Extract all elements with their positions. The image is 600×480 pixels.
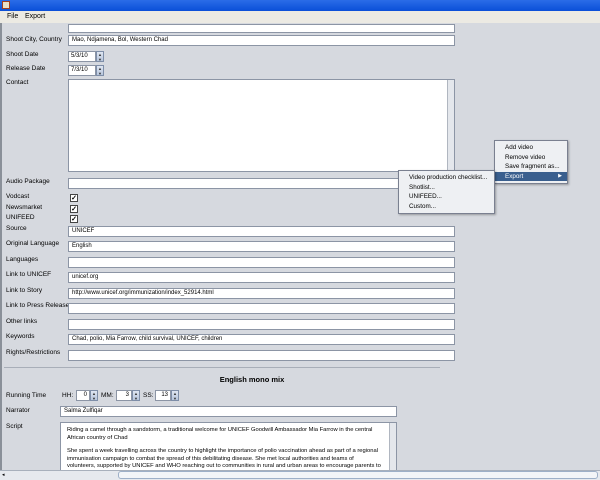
- shoot-date-spinner[interactable]: ▲ ▼: [96, 51, 104, 62]
- release-date-label: Release Date: [6, 65, 46, 72]
- script-paragraph: She spent a week travelling across the c…: [67, 448, 381, 471]
- menu-item-shotlist[interactable]: Shotlist...: [399, 183, 494, 193]
- menu-item-save-fragment[interactable]: Save fragment as...: [495, 162, 567, 172]
- ss-input[interactable]: 13: [155, 390, 171, 401]
- mm-input[interactable]: 3: [116, 390, 132, 401]
- rights-input[interactable]: [68, 350, 455, 361]
- vodcast-label: Vodcast: [6, 193, 30, 200]
- original-language-input[interactable]: English: [68, 241, 455, 252]
- audio-package-input[interactable]: [68, 178, 455, 189]
- scroll-left-arrow-icon[interactable]: ◂: [2, 472, 8, 479]
- unifeed-checkbox[interactable]: ✓: [70, 215, 78, 223]
- vodcast-checkbox[interactable]: ✓: [70, 194, 78, 202]
- link-story-input[interactable]: http://www.unicef.org/immunization/index…: [68, 288, 455, 299]
- menu-item-add-video[interactable]: Add video: [495, 143, 567, 153]
- other-links-label: Other links: [6, 318, 38, 325]
- export-submenu: Video production checklist... Shotlist..…: [398, 170, 495, 214]
- menu-item-custom[interactable]: Custom...: [399, 202, 494, 212]
- languages-input[interactable]: [68, 257, 455, 268]
- mm-spinner[interactable]: ▲ ▼: [132, 390, 140, 401]
- contact-label: Contact: [6, 79, 29, 86]
- submenu-arrow-icon: ▶: [558, 172, 562, 179]
- top-field-partial[interactable]: [68, 24, 455, 33]
- shoot-date-label: Shoot Date: [6, 51, 39, 58]
- link-unicef-label: Link to UNICEF: [6, 271, 52, 278]
- source-label: Source: [6, 225, 27, 232]
- narrator-label: Narrator: [6, 407, 30, 414]
- shoot-date-input[interactable]: 5/3/10: [68, 51, 96, 62]
- link-press-label: Link to Press Release: [6, 302, 70, 309]
- contact-textarea[interactable]: [68, 79, 455, 172]
- keywords-input[interactable]: Chad, polio, Mia Farrow, child survival,…: [68, 334, 455, 345]
- mm-label: MM:: [101, 392, 114, 399]
- running-time-label: Running Time: [6, 392, 47, 399]
- source-input[interactable]: UNICEF: [68, 226, 455, 237]
- menu-file[interactable]: File: [7, 13, 18, 20]
- unifeed-label: UNIFEED: [6, 214, 35, 221]
- keywords-label: Keywords: [6, 333, 35, 340]
- audio-package-label: Audio Package: [6, 178, 50, 185]
- horizontal-scrollbar[interactable]: ◂: [0, 470, 600, 480]
- menu-export[interactable]: Export: [25, 13, 45, 20]
- link-press-input[interactable]: [68, 303, 455, 314]
- script-label: Script: [6, 423, 23, 430]
- menu-item-video-checklist[interactable]: Video production checklist...: [399, 173, 494, 183]
- scrollbar-thumb[interactable]: [118, 471, 598, 479]
- form-panel: Shoot City, Country Mao, Ndjamena, Bol, …: [0, 23, 600, 472]
- rights-label: Rights/Restrictions: [6, 349, 61, 356]
- menu-item-unifeed[interactable]: UNIFEED...: [399, 192, 494, 202]
- contact-scrollbar[interactable]: [447, 80, 454, 171]
- hh-label: HH:: [62, 392, 74, 399]
- link-story-label: Link to Story: [6, 287, 43, 294]
- menu-item-export[interactable]: Export ▶: [495, 171, 567, 181]
- shoot-city-label: Shoot City, Country: [6, 36, 62, 43]
- shoot-city-input[interactable]: Mao, Ndjamena, Bol, Western Chad: [68, 35, 455, 46]
- original-language-label: Original Language: [6, 240, 60, 247]
- release-date-spinner[interactable]: ▲ ▼: [96, 65, 104, 76]
- audio-section-title: English mono mix: [219, 375, 285, 384]
- context-menu: Add video Remove video Save fragment as.…: [494, 140, 568, 184]
- script-textarea[interactable]: Riding a camel through a sandstorm, a tr…: [60, 422, 397, 472]
- export-label: Export: [505, 172, 524, 180]
- hh-spinner[interactable]: ▲ ▼: [90, 390, 98, 401]
- menu-item-remove-video[interactable]: Remove video: [495, 153, 567, 163]
- section-divider: [4, 367, 440, 368]
- languages-label: Languages: [6, 256, 39, 263]
- newsmarket-checkbox[interactable]: ✓: [70, 205, 78, 213]
- link-unicef-input[interactable]: unicef.org: [68, 272, 455, 283]
- title-bar: [0, 0, 600, 11]
- other-links-input[interactable]: [68, 319, 455, 330]
- release-date-input[interactable]: 7/3/10: [68, 65, 96, 76]
- ss-label: SS:: [143, 392, 154, 399]
- menu-bar: File Export: [0, 11, 600, 23]
- script-scrollbar[interactable]: [389, 423, 396, 471]
- narrator-input[interactable]: Salma Zulfiqar: [60, 406, 397, 417]
- script-paragraph: Riding a camel through a sandstorm, a tr…: [67, 427, 373, 441]
- ss-spinner[interactable]: ▲ ▼: [171, 390, 179, 401]
- newsmarket-label: Newsmarket: [6, 204, 43, 211]
- hh-input[interactable]: 0: [76, 390, 90, 401]
- java-app-icon: [2, 1, 10, 9]
